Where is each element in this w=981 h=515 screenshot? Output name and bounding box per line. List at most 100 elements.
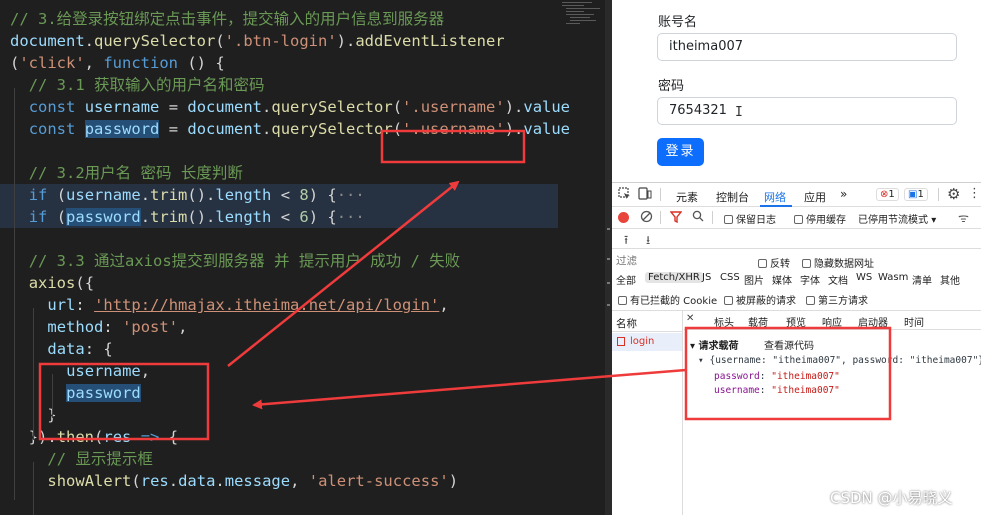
code-token: res [103,428,132,446]
code-line[interactable] [0,140,10,162]
tab-elements[interactable]: 元素 [676,189,698,205]
code-line[interactable]: ('click', function () { [0,52,225,74]
code-line[interactable]: }).then(res => { [0,426,178,448]
code-token: ( [47,186,67,204]
code-token: ( [47,208,67,226]
code-token: 'http://hmajax.itheima.net/api/login' [94,296,440,314]
detail-tab-preview[interactable]: 预览 [786,314,806,329]
code-line[interactable]: } [0,404,56,426]
type-filter-js[interactable]: JS [702,272,711,283]
payload-summary[interactable]: ▾ {username: "itheima007", password: "it… [698,355,981,366]
close-detail-icon[interactable]: ✕ [686,313,694,324]
code-line[interactable]: username, [0,360,150,382]
code-line[interactable]: // 显示提示框 [0,448,153,470]
blocked-cookies-checkbox[interactable]: 有已拦截的 Cookie [618,292,717,307]
code-token: querySelector [94,32,216,50]
code-token: () { [178,54,225,72]
type-filter-media[interactable]: 媒体 [772,272,792,287]
tab-network[interactable]: 网络 [764,189,786,205]
tab-console[interactable]: 控制台 [716,189,749,205]
code-token: ) { [308,186,337,204]
watermark: CSDN @小易晓义 [830,489,953,507]
errors-badge[interactable]: ⊗1 [876,188,899,201]
code-line[interactable]: // 3.2用户名 密码 长度判断 [0,162,243,184]
code-token: url [47,296,76,314]
detail-tab-initiator[interactable]: 启动器 [858,314,888,329]
password-input[interactable]: 7654321 [657,97,957,125]
indent-guide [52,374,53,418]
login-button[interactable]: 登录 [657,138,704,166]
type-filter-font[interactable]: 字体 [800,272,820,287]
type-filter-fetch-xhr[interactable]: Fetch/XHR [645,272,703,283]
disable-cache-checkbox[interactable]: 停用缓存 [794,211,846,226]
payload-section[interactable]: ▾ 请求载荷 [690,337,739,352]
throttle-select[interactable]: 已停用节流模式 ▾ [858,211,936,226]
filter-input[interactable] [614,253,754,269]
clear-icon[interactable] [640,210,653,226]
minimap[interactable] [560,0,608,28]
code-line[interactable]: showAlert(res.data.message, 'alert-succe… [0,470,458,492]
blocked-requests-checkbox[interactable]: 被屏蔽的请求 [724,292,796,307]
code-line[interactable]: // 3.给登录按钮绑定点击事件，提交输入的用户信息到服务器 [0,8,444,30]
tab-application[interactable]: 应用 [804,189,826,205]
filter-icon[interactable] [669,211,683,226]
type-filter-ws[interactable]: WS [856,272,872,283]
type-filter-other[interactable]: 其他 [940,272,960,287]
code-token: function [103,54,178,72]
view-source-link[interactable]: 查看源代码 [764,337,814,352]
code-token: , [439,296,449,314]
code-token: : [103,318,123,336]
type-filter-all[interactable]: 全部 [616,272,636,287]
code-line[interactable]: // 3.3 通过axios提交到服务器 并 提示用户 成功 / 失败 [0,250,460,272]
code-token: { [159,428,179,446]
more-options-icon[interactable]: ⋮ [968,186,981,201]
code-editor[interactable]: // 3.给登录按钮绑定点击事件，提交输入的用户信息到服务器 document.q… [0,0,612,515]
username-input[interactable]: itheima007 [657,33,957,61]
invert-checkbox[interactable]: 反转 [758,255,790,270]
code-line[interactable] [0,228,10,250]
code-token: 'alert-success' [308,472,449,490]
code-line[interactable]: if (password.trim().length < 6) {··· [0,206,558,228]
code-line[interactable]: const password = document.querySelector(… [0,118,570,140]
code-line[interactable]: method: 'post', [0,316,187,338]
inspect-icon[interactable] [618,187,631,203]
type-filter-wasm[interactable]: Wasm [878,272,908,283]
code-token: password [66,384,141,402]
request-file-icon [617,337,625,346]
code-token: '.username' [402,98,505,116]
network-toolbar: 保留日志 停用缓存 已停用节流模式 ▾ ᯤ [612,207,981,229]
type-filter-manifest[interactable]: 清单 [912,272,932,287]
indent-guide [33,308,34,440]
settings-gear-icon[interactable]: ⚙ [947,185,960,203]
device-toggle-icon[interactable] [638,187,652,203]
code-line[interactable]: if (username.trim().length < 8) {··· [0,184,558,206]
hide-data-urls-checkbox[interactable]: 隐藏数据网址 [802,255,874,270]
code-line[interactable]: url: 'http://hmajax.itheima.net/api/logi… [0,294,449,316]
type-filter-img[interactable]: 图片 [744,272,764,287]
preserve-log-checkbox[interactable]: 保留日志 [724,211,776,226]
record-icon[interactable] [618,212,629,223]
code-line[interactable]: document.querySelector('.btn-login').add… [0,30,505,52]
messages-badge[interactable]: ▣1 [904,188,928,201]
code-token: 'post' [122,318,179,336]
code-line[interactable]: // 3.1 获取输入的用户名和密码 [0,74,265,96]
code-token: . [215,472,225,490]
code-token: . [140,186,151,204]
detail-tab-response[interactable]: 响应 [822,314,842,329]
type-filter-css[interactable]: CSS [720,272,740,283]
code-token: username [84,98,160,116]
detail-tab-timing[interactable]: 时间 [904,314,924,329]
wifi-settings-icon[interactable]: ᯤ [958,209,969,226]
search-icon[interactable] [692,210,704,225]
code-line[interactable]: const username = document.querySelector(… [0,96,570,118]
detail-tab-headers[interactable]: 标头 [714,314,734,329]
code-line[interactable]: data: { [0,338,112,360]
code-token: . [140,208,151,226]
scrollbar-marker [607,258,610,260]
code-comment: // 3.3 通过axios提交到服务器 并 提示用户 成功 / 失败 [28,252,461,270]
more-tabs-button[interactable]: » [840,187,847,201]
third-party-checkbox[interactable]: 第三方请求 [806,292,868,307]
type-filter-doc[interactable]: 文档 [828,272,848,287]
request-row-login[interactable]: login [612,333,682,351]
code-line[interactable]: password [0,382,141,404]
